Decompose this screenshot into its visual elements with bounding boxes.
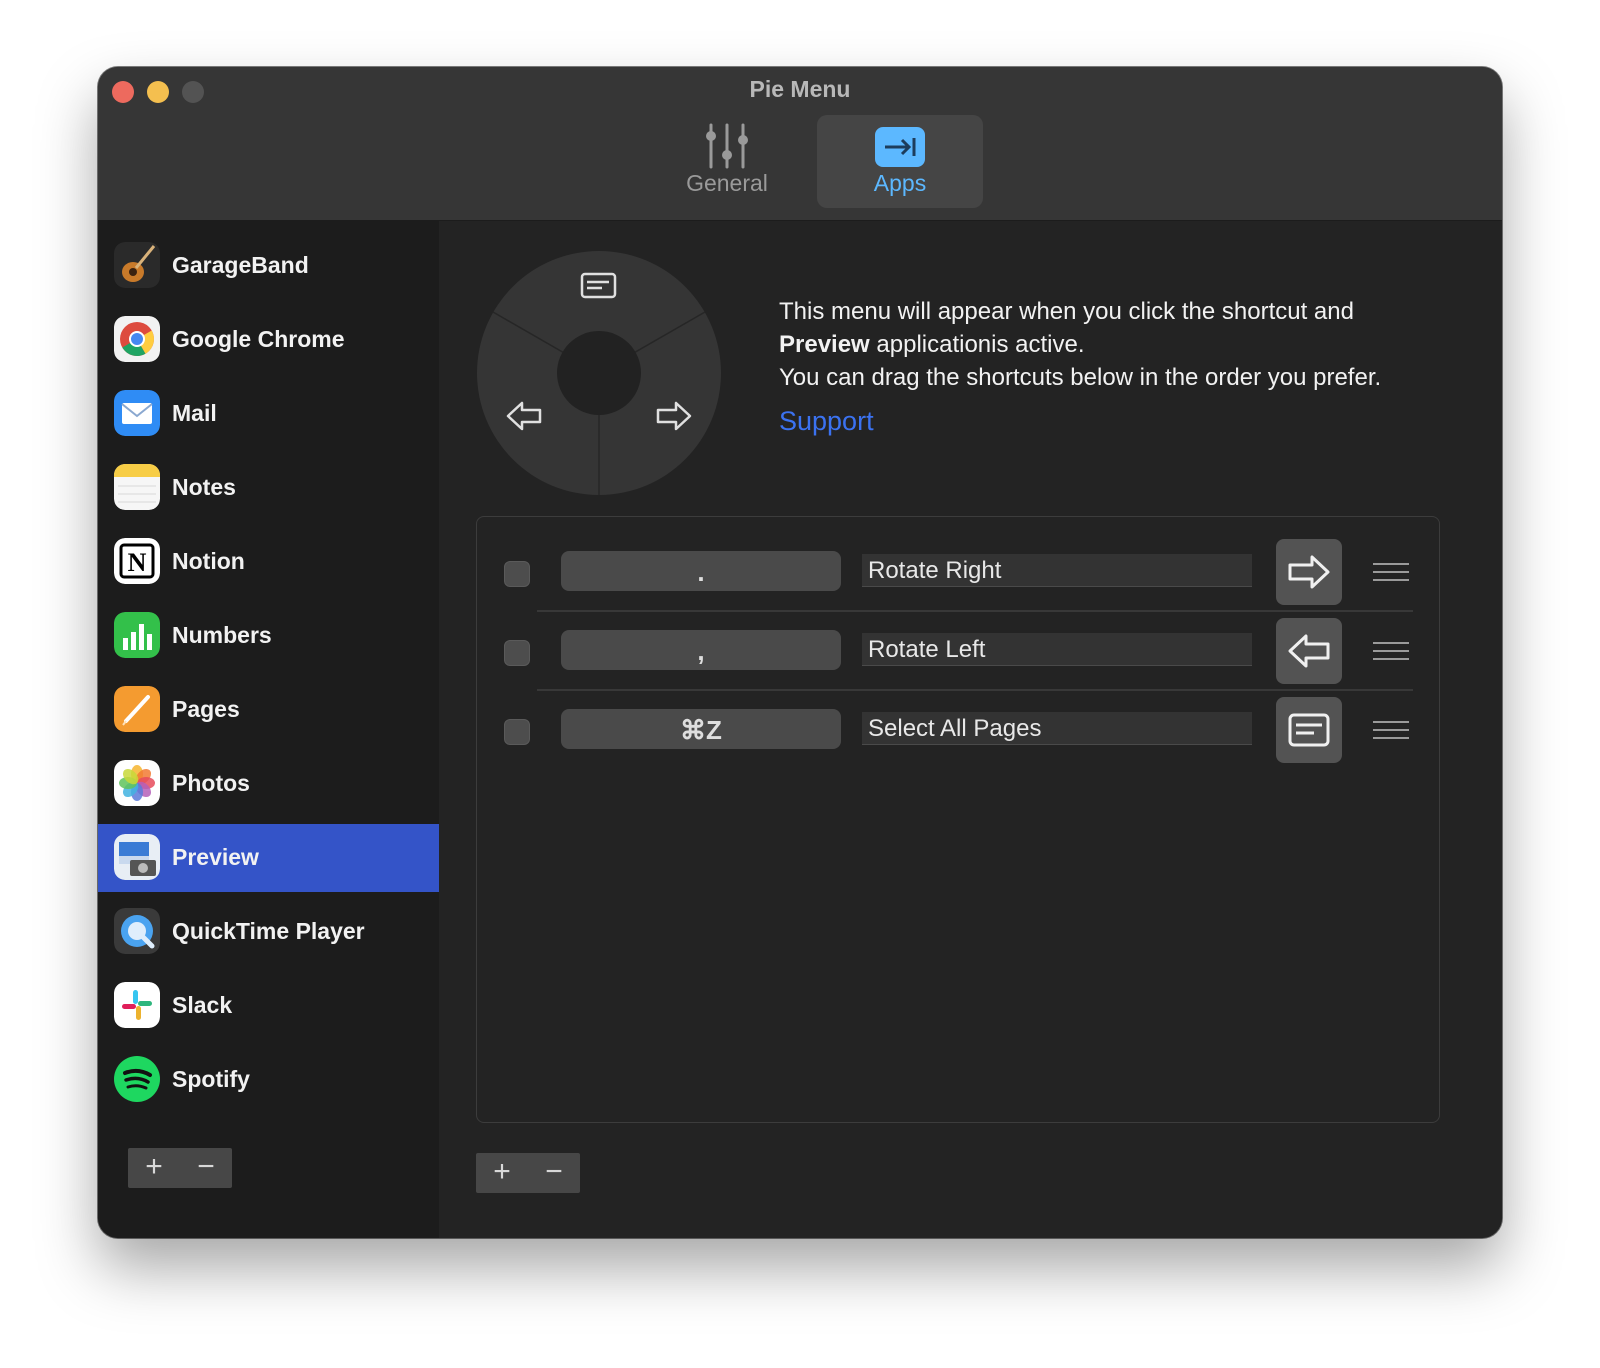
pages-icon — [114, 686, 160, 732]
tab-general-label: General — [686, 170, 768, 196]
tab-apps-label: Apps — [873, 170, 927, 196]
slack-icon — [114, 982, 160, 1028]
shortcut-row[interactable]: . Rotate Right — [477, 532, 1439, 612]
preview-icon — [114, 834, 160, 880]
sidebar-item-notes[interactable]: Notes — [98, 454, 439, 522]
notes-icon — [114, 464, 160, 510]
sidebar-item-label: Spotify — [172, 1066, 250, 1092]
shortcut-checkbox[interactable] — [504, 561, 530, 587]
sidebar-item-notion[interactable]: N Notion — [98, 528, 439, 596]
shortcut-icon-button[interactable] — [1276, 539, 1342, 605]
drag-handle-icon[interactable] — [1373, 720, 1409, 740]
tab-general[interactable]: General — [644, 115, 810, 208]
shortcut-row[interactable]: ⌘Z Select All Pages — [477, 690, 1439, 770]
shortcut-icon-button[interactable] — [1276, 618, 1342, 684]
info-line-2: Preview applicationis active. — [779, 328, 1459, 361]
window-title: Pie Menu — [749, 76, 851, 102]
shortcut-checkbox[interactable] — [504, 640, 530, 666]
app-sidebar: GarageBand Google Chrome Mail Notes N No… — [98, 221, 439, 1238]
drag-handle-icon[interactable] — [1373, 562, 1409, 582]
shortcut-name-field[interactable]: Rotate Left — [862, 633, 1252, 666]
sidebar-item-google-chrome[interactable]: Google Chrome — [98, 306, 439, 374]
add-shortcut-button[interactable]: + — [476, 1153, 528, 1193]
sidebar-item-spotify[interactable]: Spotify — [98, 1046, 439, 1114]
pie-menu-preview — [477, 251, 721, 495]
info-line-2-rest: applicationis active. — [869, 331, 1085, 358]
info-line-3: You can drag the shortcuts below in the … — [779, 364, 1382, 391]
sidebar-item-quicktime-player[interactable]: QuickTime Player — [98, 898, 439, 966]
spotify-icon — [114, 1056, 160, 1102]
sidebar-item-label: Preview — [172, 844, 259, 870]
info-app-name: Preview — [779, 331, 870, 358]
notion-icon: N — [114, 538, 160, 584]
drag-handle-icon[interactable] — [1373, 641, 1409, 661]
shortcut-name-field[interactable]: Select All Pages — [862, 712, 1252, 745]
sidebar-item-preview[interactable]: Preview — [98, 824, 439, 892]
sidebar-item-slack[interactable]: Slack — [98, 972, 439, 1040]
shortcut-name-field[interactable]: Rotate Right — [862, 554, 1252, 587]
sidebar-item-label: QuickTime Player — [172, 918, 365, 944]
sidebar-item-label: Slack — [172, 992, 233, 1018]
numbers-icon — [114, 612, 160, 658]
remove-shortcut-button[interactable]: − — [528, 1153, 580, 1193]
sidebar-item-pages[interactable]: Pages — [98, 676, 439, 744]
arrow-left-icon — [1288, 634, 1330, 668]
shortcut-key-field[interactable]: ⌘Z — [561, 709, 841, 749]
tab-apps[interactable]: Apps — [817, 115, 983, 208]
sidebar-item-numbers[interactable]: Numbers — [98, 602, 439, 670]
app-detail-pane: This menu will appear when you click the… — [439, 221, 1502, 1238]
sidebar-item-label: Photos — [172, 770, 250, 796]
sidebar-item-label: GarageBand — [172, 252, 309, 278]
pie-menu-window: Pie Menu General Apps GarageBand Google … — [98, 67, 1502, 1238]
mail-icon — [114, 390, 160, 436]
info-text: This menu will appear when you click the… — [779, 295, 1459, 394]
sidebar-item-label: Notes — [172, 474, 236, 500]
sliders-icon — [706, 123, 748, 169]
chrome-icon — [114, 316, 160, 362]
sidebar-add-remove-control: + − — [128, 1148, 232, 1188]
select-all-icon — [1288, 713, 1330, 747]
shortcut-checkbox[interactable] — [504, 719, 530, 745]
shortcut-add-remove-control: + − — [476, 1153, 580, 1193]
shortcut-list: . Rotate Right , Rotate Left ⌘Z Select A… — [476, 516, 1440, 1123]
photos-icon — [114, 760, 160, 806]
shortcut-row[interactable]: , Rotate Left — [477, 611, 1439, 691]
sidebar-item-label: Google Chrome — [172, 326, 345, 352]
garageband-icon — [114, 242, 160, 288]
svg-text:N: N — [128, 548, 147, 577]
shortcut-key-field[interactable]: , — [561, 630, 841, 670]
shortcut-icon-button[interactable] — [1276, 697, 1342, 763]
sidebar-item-label: Numbers — [172, 622, 272, 648]
sidebar-item-photos[interactable]: Photos — [98, 750, 439, 818]
add-app-button[interactable]: + — [128, 1148, 180, 1188]
sidebar-item-label: Notion — [172, 548, 245, 574]
apps-tab-icon — [875, 127, 925, 167]
sidebar-item-label: Mail — [172, 400, 217, 426]
sidebar-item-garageband[interactable]: GarageBand — [98, 232, 439, 300]
arrow-right-icon — [1288, 555, 1330, 589]
sidebar-item-mail[interactable]: Mail — [98, 380, 439, 448]
title-bar: Pie Menu General Apps — [98, 67, 1502, 221]
info-line-1: This menu will appear when you click the… — [779, 298, 1354, 325]
remove-app-button[interactable]: − — [180, 1148, 232, 1188]
sidebar-item-label: Pages — [172, 696, 240, 722]
quicktime-icon — [114, 908, 160, 954]
support-link[interactable]: Support — [779, 406, 874, 437]
shortcut-key-field[interactable]: . — [561, 551, 841, 591]
